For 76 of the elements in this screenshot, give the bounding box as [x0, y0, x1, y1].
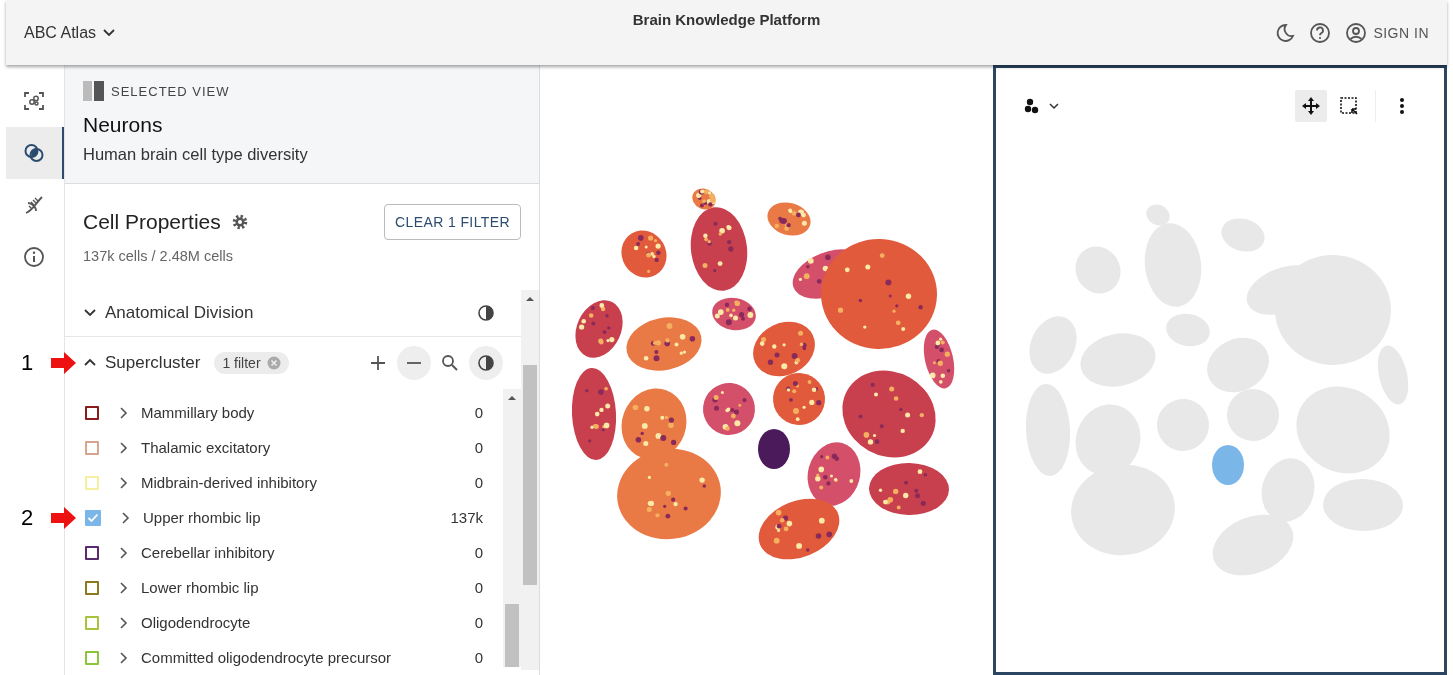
item-count: 0 — [474, 579, 483, 596]
remove-button[interactable] — [397, 346, 431, 380]
overlapping-circles-icon — [23, 142, 45, 164]
plus-icon — [369, 354, 387, 372]
selection-icon — [1339, 96, 1359, 116]
color-by-button[interactable] — [469, 346, 503, 380]
panel-title: Cell Properties — [83, 210, 221, 234]
item-count: 0 — [474, 474, 483, 491]
highlighted-cluster — [758, 429, 790, 469]
view-name: Neurons — [83, 113, 164, 137]
section-label: SELECTED VIEW — [111, 83, 230, 99]
more-icon — [1399, 97, 1405, 115]
filter-chip[interactable]: 1 filter — [214, 352, 289, 374]
app-title: Brain Knowledge Platform — [632, 11, 821, 28]
clear-filter-button[interactable]: CLEAR 1 FILTER — [383, 204, 521, 240]
chip-label: 1 filter — [222, 355, 261, 371]
highlighted-cluster — [1212, 445, 1244, 485]
checkbox[interactable] — [85, 509, 101, 526]
item-label: Committed oligodendrocyte precursor — [141, 649, 392, 666]
checkbox[interactable] — [85, 405, 99, 420]
minus-icon — [407, 362, 421, 364]
item-count: 0 — [474, 404, 483, 421]
layout-icon — [83, 81, 105, 101]
scroll-up-icon — [525, 296, 535, 302]
annotation-number: 1 — [21, 350, 35, 376]
checkbox[interactable] — [85, 615, 99, 630]
item-count: 0 — [474, 649, 483, 666]
item-count: 0 — [474, 439, 483, 456]
view-description: Human brain cell type diversity — [83, 145, 309, 164]
arrow-icon — [51, 505, 77, 530]
checkbox[interactable] — [85, 580, 99, 595]
sign-in-button[interactable]: SIGN IN — [1345, 21, 1429, 44]
cell-cluster — [767, 202, 811, 236]
item-label: Upper rhombic lip — [143, 509, 261, 526]
item-count: 0 — [474, 544, 483, 561]
atlas-menu[interactable]: ABC Atlas — [24, 23, 117, 42]
cell-cluster — [703, 383, 755, 435]
cell-cluster — [575, 300, 623, 358]
caret-icon — [1048, 100, 1060, 112]
move-icon — [1301, 96, 1321, 116]
scrollbar-thumb[interactable] — [505, 604, 519, 667]
scroll-up-icon — [507, 395, 517, 401]
checkbox[interactable] — [85, 440, 99, 455]
item-label: Thalamic excitatory — [141, 439, 271, 456]
color-by-menu[interactable] — [1024, 97, 1060, 115]
cell-count: 137k cells / 2.48M cells — [83, 248, 234, 264]
checkbox[interactable] — [85, 650, 99, 665]
user-icon — [1345, 21, 1368, 44]
item-label: Cerebellar inhibitory — [141, 544, 275, 561]
info-icon — [23, 246, 45, 268]
tool-button[interactable] — [1295, 90, 1327, 122]
scan-icon — [23, 90, 45, 112]
contrast-icon — [477, 304, 495, 322]
cell-cluster — [621, 230, 667, 278]
scrollbar[interactable] — [503, 389, 521, 667]
item-count: 0 — [474, 614, 483, 631]
section-name: Supercluster — [105, 353, 201, 373]
help-icon[interactable] — [1309, 21, 1332, 44]
annotation-number: 2 — [21, 504, 35, 531]
item-label: Midbrain-derived inhibitory — [141, 474, 317, 491]
item-count: 137k — [450, 509, 483, 526]
search-icon — [441, 354, 459, 372]
scrollbar-thumb[interactable] — [523, 365, 537, 585]
dna-icon — [23, 194, 45, 216]
contrast-icon — [477, 354, 495, 372]
section-name: Anatomical Division — [105, 303, 254, 323]
item-label: Oligodendrocyte — [141, 614, 251, 631]
cell-cluster — [773, 373, 825, 425]
checkbox[interactable] — [85, 545, 99, 560]
settings-icon[interactable] — [230, 213, 249, 231]
item-label: Mammillary body — [141, 404, 255, 421]
item-label: Lower rhombic lip — [141, 579, 259, 596]
scrollbar[interactable] — [521, 290, 539, 670]
check-icon — [87, 511, 99, 524]
arrow-icon — [51, 351, 77, 375]
rail-tab[interactable] — [6, 127, 64, 179]
